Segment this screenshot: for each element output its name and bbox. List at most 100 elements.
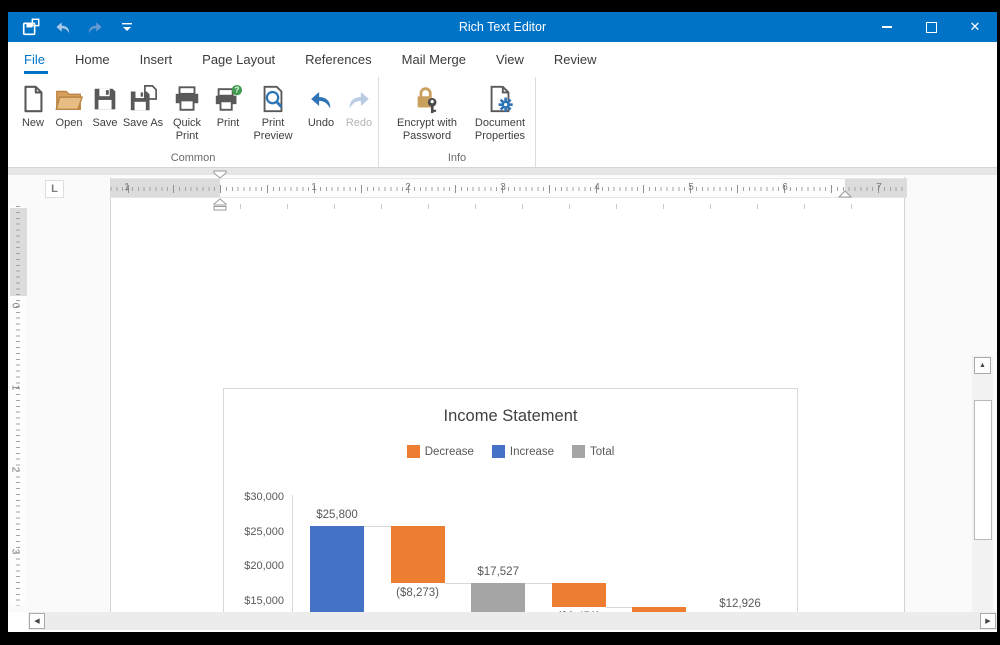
- vertical-scrollbar[interactable]: ▲ ▼: [972, 356, 993, 612]
- legend-swatch-icon: [572, 445, 585, 458]
- close-icon[interactable]: ✕: [953, 12, 997, 42]
- ribbon-button-label: Redo: [346, 117, 372, 130]
- vruler-number: 2: [9, 467, 20, 473]
- legend-swatch-icon: [407, 445, 420, 458]
- ruler-subticks: [240, 204, 890, 209]
- tab-insert[interactable]: Insert: [125, 42, 188, 77]
- maximize-icon[interactable]: [909, 12, 953, 42]
- tab-file[interactable]: File: [24, 42, 60, 77]
- window-title: Rich Text Editor: [8, 20, 997, 34]
- scroll-right-icon[interactable]: ▶: [980, 613, 996, 629]
- tab-home[interactable]: Home: [60, 42, 125, 77]
- chart-title: Income Statement: [224, 407, 797, 426]
- horizontal-ruler[interactable]: 11234567: [110, 178, 907, 198]
- ribbon-button-print[interactable]: ? Print: [210, 77, 246, 130]
- vruler-number: 3: [9, 549, 20, 555]
- qat-undo-icon[interactable]: [52, 16, 74, 38]
- bar-value-label: ($8,273): [373, 587, 463, 599]
- tab-mail-merge[interactable]: Mail Merge: [387, 42, 481, 77]
- chart-bar-cost-of-goods[interactable]: [391, 526, 445, 583]
- quick-print-icon: [172, 82, 202, 115]
- ribbon-button-label: Save: [92, 117, 117, 130]
- ribbon-button-document-properties[interactable]: Document Properties: [467, 77, 533, 143]
- hruler-number: 1: [124, 182, 130, 193]
- scroll-up-icon[interactable]: ▲: [974, 357, 991, 374]
- chart-bar-staff[interactable]: [552, 583, 606, 607]
- ribbon-button-label: Print Preview: [246, 117, 300, 143]
- waterfall-connector: [445, 583, 472, 584]
- document-properties-icon: [485, 82, 515, 115]
- ribbon-button-redo[interactable]: Redo: [342, 77, 376, 130]
- hruler-number: 6: [782, 182, 788, 193]
- new-document-icon: [18, 82, 48, 115]
- print-preview-icon: [258, 82, 288, 115]
- y-axis-tick-label: $30,000: [230, 491, 284, 503]
- ribbon-button-quick-print[interactable]: Quick Print: [164, 77, 210, 143]
- bar-value-label: $17,527: [453, 566, 543, 578]
- tab-stop-selector[interactable]: L: [45, 180, 64, 198]
- ribbon-button-label: Print: [217, 117, 240, 130]
- ribbon-button-label: Save As: [123, 117, 163, 130]
- ribbon-button-label: Encrypt with Password: [387, 117, 467, 143]
- minimize-icon[interactable]: [865, 12, 909, 42]
- legend-item-total: Total: [572, 445, 614, 458]
- y-axis-tick-label: $15,000: [230, 595, 284, 607]
- ribbon-button-save[interactable]: Save: [88, 77, 122, 130]
- vertical-scroll-thumb[interactable]: [974, 400, 992, 540]
- ribbon-button-print-preview[interactable]: Print Preview: [246, 77, 300, 143]
- first-line-indent-marker[interactable]: [213, 170, 227, 179]
- legend-label: Total: [590, 446, 614, 458]
- ribbon-group-common: New Open Save Save AsQuick Print? Print Print…: [8, 77, 379, 167]
- qat-redo-icon[interactable]: [84, 16, 106, 38]
- tab-references[interactable]: References: [290, 42, 386, 77]
- income-statement-chart[interactable]: Income Statement Decrease Increase Total $…: [223, 388, 798, 612]
- window-controls: ✕: [865, 12, 997, 42]
- right-indent-marker[interactable]: [838, 190, 852, 198]
- svg-text:?: ?: [234, 85, 239, 94]
- waterfall-connector: [525, 583, 552, 584]
- hruler-number: 7: [876, 182, 882, 193]
- hruler-number: 5: [688, 182, 694, 193]
- ribbon-button-undo[interactable]: Undo: [300, 77, 342, 130]
- chart-legend: Decrease Increase Total: [224, 445, 797, 458]
- horizontal-scrollbar[interactable]: ◀ ▶: [28, 612, 997, 630]
- hanging-indent-marker[interactable]: [213, 198, 227, 211]
- ribbon-tab-bar: FileHomeInsertPage LayoutReferencesMail …: [8, 42, 997, 77]
- vruler-ticks: [16, 206, 20, 606]
- document-area: 11234567 L 01234 Income Statement Decrea…: [8, 168, 997, 612]
- tab-page-layout[interactable]: Page Layout: [187, 42, 290, 77]
- encrypt-password-icon: [412, 82, 442, 115]
- tab-review[interactable]: Review: [539, 42, 612, 77]
- chart-bar-gross-income[interactable]: [471, 583, 525, 612]
- y-axis-tick-label: $20,000: [230, 560, 284, 572]
- app-save-icon[interactable]: [20, 16, 42, 38]
- ribbon-group-info: Encrypt with PasswordDocument Properties…: [379, 77, 536, 167]
- vruler-number: 0: [9, 303, 20, 309]
- bar-value-label: $12,926: [695, 598, 785, 610]
- vertical-ruler[interactable]: 01234: [10, 206, 27, 606]
- ribbon-button-label: Open: [56, 117, 83, 130]
- legend-item-decrease: Decrease: [407, 445, 474, 458]
- print-icon: ?: [213, 82, 243, 115]
- ribbon-button-label: Document Properties: [467, 117, 533, 143]
- redo-icon: [344, 82, 374, 115]
- ribbon-button-save-as[interactable]: Save As: [122, 77, 164, 130]
- legend-label: Decrease: [425, 446, 474, 458]
- y-axis-tick-label: $25,000: [230, 526, 284, 538]
- ribbon-button-open[interactable]: Open: [50, 77, 88, 130]
- ribbon-button-new[interactable]: New: [16, 77, 50, 130]
- qat-customize-dropdown-icon[interactable]: [116, 16, 138, 38]
- tab-view[interactable]: View: [481, 42, 539, 77]
- titlebar: Rich Text Editor ✕: [8, 12, 997, 42]
- save-as-icon: [128, 82, 158, 115]
- undo-icon: [306, 82, 336, 115]
- waterfall-connector: [364, 526, 391, 527]
- ribbon: New Open Save Save AsQuick Print? Print Print…: [8, 77, 997, 168]
- chart-bar-revenue[interactable]: [310, 526, 364, 612]
- hruler-number: 1: [311, 182, 317, 193]
- ribbon-group-label: Common: [8, 152, 378, 164]
- legend-item-increase: Increase: [492, 445, 554, 458]
- scroll-left-icon[interactable]: ◀: [29, 613, 45, 629]
- ribbon-button-encrypt-with-password[interactable]: Encrypt with Password: [387, 77, 467, 143]
- ribbon-group-label: Info: [379, 152, 535, 164]
